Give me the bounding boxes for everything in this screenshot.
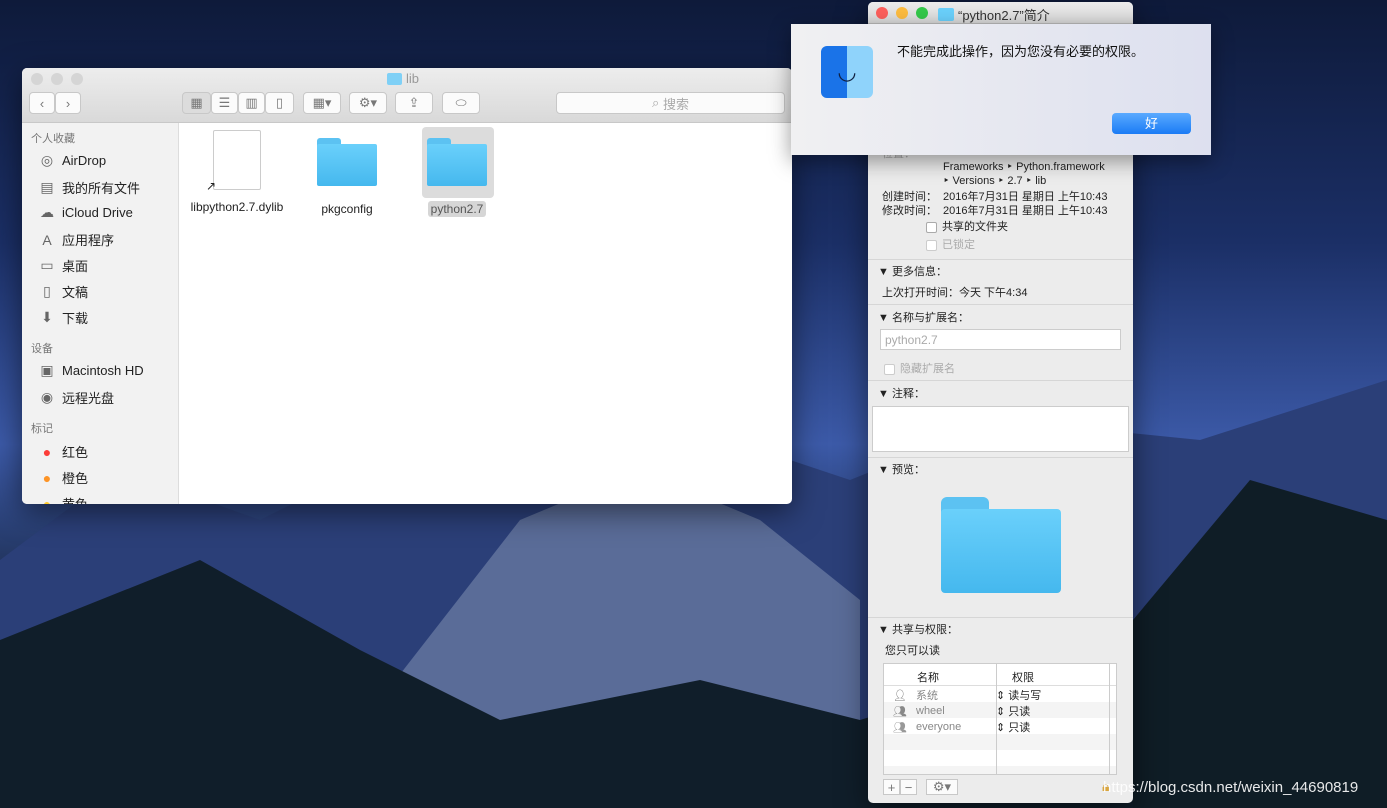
coverflow-view-button[interactable]: ▯ [265, 92, 294, 114]
preview-toggle[interactable]: ▼ 预览： [878, 461, 925, 477]
privilege-popup[interactable]: ⇕ 只读 [996, 703, 1030, 719]
share-button[interactable]: ⇪ [395, 92, 433, 114]
forward-button[interactable]: › [55, 92, 81, 114]
optical-disc-icon: ◉ [40, 389, 54, 405]
sidebar: 个人收藏 ◎ AirDrop ▤ 我的所有文件 ☁ iCloud Drive A 应用程… [22, 123, 179, 504]
preview-folder-icon [941, 497, 1061, 593]
back-button[interactable]: ‹ [29, 92, 55, 114]
folder-icon [387, 72, 402, 85]
applications-icon: A [42, 231, 52, 248]
desktop-icon: ▭ [40, 257, 54, 273]
sidebar-item-all-files[interactable]: ▤ 我的所有文件 [38, 178, 140, 197]
sidebar-item-macintosh-hd[interactable]: ▣ Macintosh HD [38, 362, 143, 379]
column-header-name[interactable]: 名称 [917, 669, 939, 685]
name-input[interactable]: python2.7 [880, 329, 1121, 350]
folder-icon [317, 138, 377, 186]
permission-row[interactable]: 👤︎ 系统 ⇕ 读与写 [884, 687, 1112, 703]
add-permission-button[interactable]: + [883, 779, 900, 795]
disk-icon: ▣ [40, 362, 54, 378]
search-input[interactable]: ⌕ 搜索 [556, 92, 785, 114]
folder-item[interactable]: pkgconfig [294, 138, 400, 216]
finder-app-icon: ◡ [821, 46, 873, 98]
watermark: https://blog.csdn.net/weixin_44690819 [1103, 779, 1359, 796]
ok-button[interactable]: 好 [1112, 113, 1191, 134]
more-info-toggle[interactable]: ▼ 更多信息： [878, 263, 947, 279]
close-button[interactable] [31, 73, 43, 85]
icon-view-button[interactable]: ▦ [182, 92, 211, 114]
folder-icon [938, 8, 954, 21]
sidebar-item-tag-orange[interactable]: ● 橙色 [38, 468, 88, 487]
privilege-popup[interactable]: ⇕ 只读 [996, 719, 1030, 735]
permission-row[interactable]: 👥︎ wheel ⇕ 只读 [884, 703, 1112, 719]
hide-extension-checkbox[interactable]: 隐藏扩展名 [884, 360, 955, 376]
permissions-table: 名称 权限 👤︎ 系统 ⇕ 读与写 👥︎ wheel ⇕ 只读 👥︎ everyone ⇕ … [883, 663, 1117, 775]
tag-button[interactable]: ⬭ [442, 92, 480, 114]
zoom-button[interactable] [916, 7, 928, 19]
sidebar-item-downloads[interactable]: ⬇ 下载 [38, 308, 88, 327]
window-title: lib [406, 71, 420, 86]
group-icon: 👥︎ [893, 705, 907, 718]
last-opened-label: 上次打开时间： [882, 287, 959, 299]
permission-row[interactable]: 👥︎ everyone ⇕ 只读 [884, 719, 1112, 735]
search-icon: ⌕ [652, 95, 663, 110]
list-view-button[interactable]: ☰ [211, 92, 238, 114]
sidebar-item-remote-disc[interactable]: ◉ 远程光盘 [38, 388, 114, 407]
tag-orange-icon: ● [42, 469, 52, 486]
sidebar-item-tag-red[interactable]: ● 红色 [38, 442, 88, 461]
comments-toggle[interactable]: ▼ 注释： [878, 385, 925, 401]
permission-action-button[interactable]: ⚙▾ [926, 779, 958, 795]
sidebar-item-icloud[interactable]: ☁ iCloud Drive [38, 204, 133, 221]
modified-label: 修改时间： [882, 205, 937, 217]
sidebar-header-favorites: 个人收藏 [31, 133, 75, 145]
all-files-icon: ▤ [40, 179, 54, 195]
arrange-button[interactable]: ▦▾ [303, 92, 341, 114]
privilege-popup[interactable]: ⇕ 读与写 [996, 687, 1041, 703]
close-button[interactable] [876, 7, 888, 19]
sharing-status: 您只可以读 [885, 645, 940, 657]
airdrop-icon: ◎ [40, 152, 54, 168]
file-item[interactable]: ↗ libpython2.7.dylib [184, 130, 290, 214]
shared-folder-checkbox[interactable]: 共享的文件夹 [926, 218, 1008, 234]
alert-message: 不能完成此操作，因为您没有必要的权限。 [897, 44, 1145, 59]
comments-textarea[interactable] [872, 406, 1129, 452]
modified-value: 2016年7月31日 星期日 上午10:43 [943, 205, 1108, 217]
documents-icon: ▯ [43, 283, 51, 299]
folder-icon [427, 138, 487, 186]
sidebar-item-desktop[interactable]: ▭ 桌面 [38, 256, 88, 275]
where-path-1: Frameworks ‣ Python.framework [943, 161, 1105, 173]
document-alias-icon: ↗ [206, 130, 261, 193]
name-extension-toggle[interactable]: ▼ 名称与扩展名： [878, 309, 969, 325]
window-title: “python2.7”简介 [958, 8, 1050, 23]
everyone-icon: 👥︎ [893, 721, 907, 734]
remove-permission-button[interactable]: − [900, 779, 917, 795]
permission-alert: ◡ 不能完成此操作，因为您没有必要的权限。 好 [791, 24, 1211, 155]
action-gear-button[interactable]: ⚙▾ [349, 92, 387, 114]
sidebar-header-tags: 标记 [31, 423, 53, 435]
finder-window: lib ‹ › ▦ ☰ ▥ ▯ ▦▾ ⚙▾ ⇪ ⬭ ⌕ 搜索 个人收藏 ◎ Air… [22, 68, 792, 504]
minimize-button[interactable] [896, 7, 908, 19]
folder-item-selected[interactable]: python2.7 [404, 138, 510, 217]
tag-yellow-icon: ● [42, 495, 52, 505]
sharing-permissions-toggle[interactable]: ▼ 共享与权限： [878, 621, 958, 637]
last-opened-value: 今天 下午4:34 [959, 287, 1028, 299]
column-header-privilege[interactable]: 权限 [1012, 669, 1034, 685]
user-icon: 👤︎ [893, 689, 907, 702]
tag-red-icon: ● [42, 443, 52, 460]
minimize-button[interactable] [51, 73, 63, 85]
column-view-button[interactable]: ▥ [238, 92, 265, 114]
cloud-icon: ☁ [40, 204, 54, 220]
download-icon: ⬇ [41, 309, 53, 325]
zoom-button[interactable] [71, 73, 83, 85]
sidebar-header-devices: 设备 [31, 343, 53, 355]
sidebar-item-tag-yellow[interactable]: ●黄色 [38, 494, 88, 505]
sidebar-item-documents[interactable]: ▯ 文稿 [38, 282, 88, 301]
where-path-2: ‣ Versions ‣ 2.7 ‣ lib [943, 175, 1047, 187]
sidebar-item-applications[interactable]: A 应用程序 [38, 230, 114, 249]
locked-checkbox[interactable]: 已锁定 [926, 236, 975, 252]
sidebar-item-airdrop[interactable]: ◎ AirDrop [38, 152, 106, 169]
